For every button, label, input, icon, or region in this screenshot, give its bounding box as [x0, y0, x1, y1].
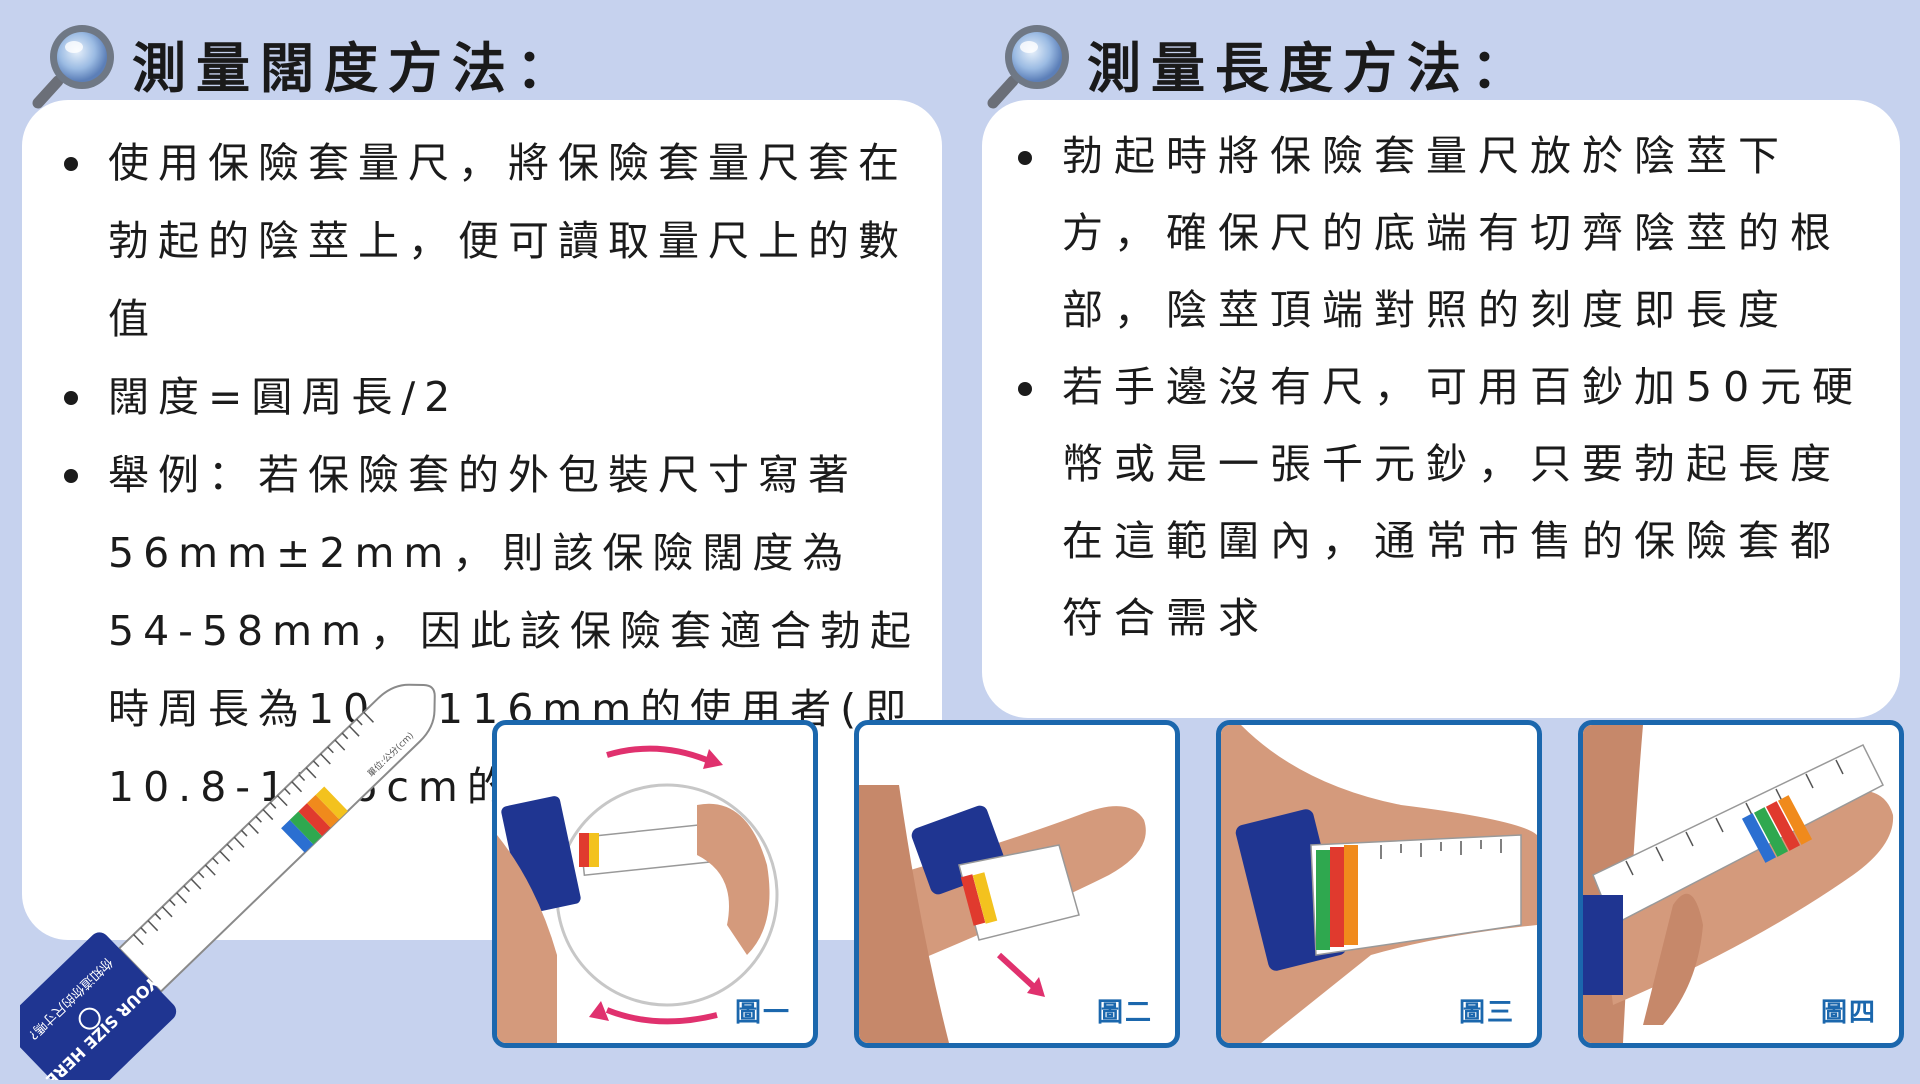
length-method-panel: 勃起時將保險套量尺放於陰莖下方，確保尺的底端有切齊陰莖的根部，陰莖頂端對照的刻度…: [982, 100, 1900, 718]
magnifier-icon: [32, 25, 114, 109]
figure-3-frame: 圖三: [1216, 720, 1542, 1048]
figure-2-frame: 圖二: [854, 720, 1180, 1048]
length-bullet-2: 若手邊沒有尺，可用百鈔加50元硬幣或是一張千元鈔，只要勃起長度在這範圍內，通常市…: [1002, 349, 1890, 657]
length-bullet-1: 勃起時將保險套量尺放於陰莖下方，確保尺的底端有切齊陰莖的根部，陰莖頂端對照的刻度…: [1002, 118, 1890, 349]
figure-3-label: 圖三: [1458, 998, 1515, 1028]
figure-4-frame: 圖四: [1578, 720, 1904, 1048]
length-method-list: 勃起時將保險套量尺放於陰莖下方，確保尺的底端有切齊陰莖的根部，陰莖頂端對照的刻度…: [1002, 118, 1890, 657]
width-bullet-2: 闊度=圓周長/2: [48, 358, 934, 436]
ruler-graphic: 單位:公分(cm) YOUR SIZE HERE 你知道你的尺寸嗎?: [3, 683, 436, 1084]
figure-1: 圖一: [484, 712, 826, 1056]
condom-size-ruler-illustration: 單位:公分(cm) YOUR SIZE HERE 你知道你的尺寸嗎?: [3, 640, 480, 1084]
figure-2-label: 圖二: [1096, 998, 1153, 1028]
length-method-title: 測量長度方法：: [1087, 35, 1535, 100]
width-method-heading: 測量闊度方法：: [30, 18, 580, 109]
figure-1-frame: 圖一: [492, 720, 818, 1048]
figure-2: 圖二: [846, 712, 1188, 1056]
width-method-title: 測量闊度方法：: [132, 35, 580, 100]
length-method-heading: 測量長度方法：: [985, 18, 1535, 109]
figure-3: 圖三: [1208, 712, 1550, 1056]
magnifier-icon: [987, 25, 1069, 109]
figure-4: 圖四: [1570, 712, 1912, 1056]
width-bullet-1: 使用保險套量尺，將保險套量尺套在勃起的陰莖上，便可讀取量尺上的數值: [48, 124, 934, 358]
figure-1-label: 圖一: [734, 998, 791, 1028]
figure-4-label: 圖四: [1820, 998, 1877, 1028]
